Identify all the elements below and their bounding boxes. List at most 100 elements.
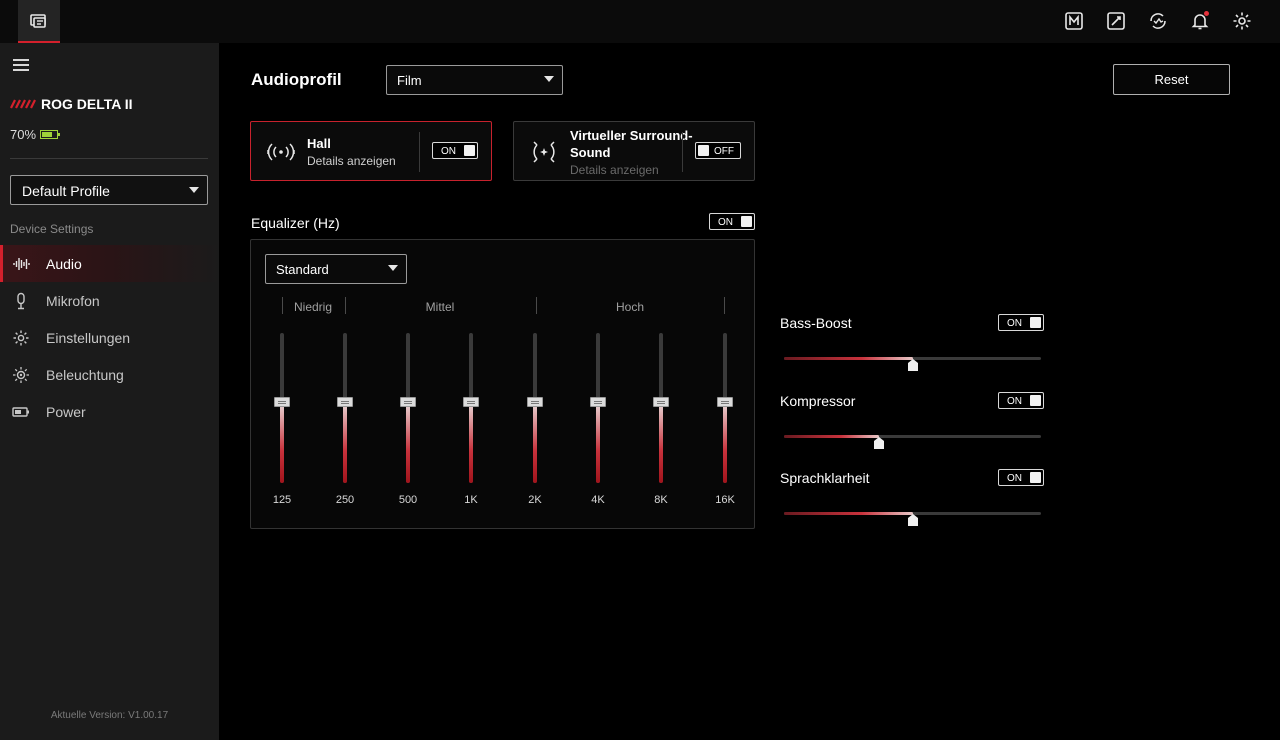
slider-handle[interactable] bbox=[717, 397, 733, 407]
toggle-knob bbox=[1030, 395, 1041, 406]
armoury-app-tab[interactable] bbox=[18, 0, 60, 43]
toggle-knob bbox=[1030, 472, 1041, 483]
toggle-knob bbox=[1030, 317, 1041, 328]
reverb-icon bbox=[267, 143, 295, 161]
chevron-down-icon bbox=[388, 265, 398, 271]
eq-frequency-label: 8K bbox=[654, 494, 668, 506]
slider-handle[interactable] bbox=[337, 397, 353, 407]
chevron-down-icon bbox=[544, 76, 554, 82]
eq-frequency-label: 1K bbox=[464, 494, 478, 506]
slider-fill bbox=[596, 402, 600, 483]
kompressor-toggle[interactable]: ON bbox=[998, 392, 1044, 409]
device-app-icon bbox=[30, 13, 46, 28]
slider-handle[interactable] bbox=[527, 397, 543, 407]
sidebar-item-label: Beleuchtung bbox=[46, 366, 124, 383]
eq-slider-250[interactable] bbox=[335, 333, 355, 483]
equalizer-toggle[interactable]: ON bbox=[709, 213, 755, 230]
card-divider bbox=[419, 132, 420, 172]
slider-fill bbox=[723, 402, 727, 483]
card-divider bbox=[682, 132, 683, 172]
sidebar-item-einstellungen[interactable]: Einstellungen bbox=[0, 319, 219, 356]
slider-fill bbox=[469, 402, 473, 483]
notification-bell-icon[interactable] bbox=[1190, 11, 1210, 31]
battery-level-icon bbox=[40, 130, 61, 139]
toggle-label: ON bbox=[718, 217, 733, 228]
equalizer-preset-value: Standard bbox=[276, 262, 329, 277]
toggle-label: ON bbox=[1007, 396, 1022, 407]
toggle-knob bbox=[464, 145, 475, 156]
slider-fill bbox=[784, 357, 913, 360]
surround-toggle[interactable]: OFF bbox=[695, 142, 741, 159]
slider-handle[interactable] bbox=[908, 359, 918, 371]
hall-details-link[interactable]: Details anzeigen bbox=[307, 154, 396, 168]
eq-slider-1k[interactable] bbox=[461, 333, 481, 483]
band-label-low: Niedrig bbox=[293, 300, 333, 314]
device-header: ROG DELTA II bbox=[10, 96, 133, 112]
device-settings-nav: Audio Mikrofon Einstellungen Beleuchtung… bbox=[0, 245, 219, 430]
eq-slider-16k[interactable] bbox=[715, 333, 735, 483]
eq-slider-8k[interactable] bbox=[651, 333, 671, 483]
slider-handle[interactable] bbox=[874, 437, 884, 449]
sidebar-item-mikrofon[interactable]: Mikrofon bbox=[0, 282, 219, 319]
menu-icon[interactable] bbox=[13, 59, 29, 71]
battery-status: 70% bbox=[10, 127, 61, 142]
surround-details-link: Details anzeigen bbox=[570, 163, 659, 177]
gear-icon bbox=[13, 330, 29, 345]
sidebar-item-power[interactable]: Power bbox=[0, 393, 219, 430]
toggle-label: ON bbox=[1007, 473, 1022, 484]
lighting-icon bbox=[13, 366, 29, 383]
section-label: Device Settings bbox=[10, 222, 94, 236]
toggle-knob bbox=[698, 145, 709, 156]
sprachklarheit-toggle[interactable]: ON bbox=[998, 469, 1044, 486]
device-profile-value: Default Profile bbox=[22, 183, 110, 199]
band-divider bbox=[282, 297, 283, 314]
audio-profile-select[interactable]: Film bbox=[386, 65, 563, 95]
sidebar-item-beleuchtung[interactable]: Beleuchtung bbox=[0, 356, 219, 393]
settings-gear-icon[interactable] bbox=[1232, 11, 1252, 31]
eq-frequency-label: 125 bbox=[272, 494, 292, 506]
slider-handle[interactable] bbox=[590, 397, 606, 407]
eq-slider-2k[interactable] bbox=[525, 333, 545, 483]
eq-slider-125[interactable] bbox=[272, 333, 292, 483]
slider-handle[interactable] bbox=[653, 397, 669, 407]
slider-handle[interactable] bbox=[274, 397, 290, 407]
surround-card[interactable]: Virtueller Surround-Sound Details anzeig… bbox=[513, 121, 755, 181]
surround-title: Virtueller Surround-Sound bbox=[570, 128, 693, 160]
page-title: Audioprofil bbox=[251, 70, 342, 89]
band-label-mid: Mittel bbox=[425, 300, 455, 314]
bass-boost-slider[interactable] bbox=[784, 357, 1041, 371]
slider-handle[interactable] bbox=[400, 397, 416, 407]
kompressor-label: Kompressor bbox=[780, 393, 856, 409]
battery-icon bbox=[12, 406, 29, 417]
slider-fill bbox=[406, 402, 410, 483]
eq-slider-4k[interactable] bbox=[588, 333, 608, 483]
sidebar-item-audio[interactable]: Audio bbox=[0, 245, 219, 282]
slider-handle[interactable] bbox=[908, 514, 918, 526]
eq-slider-500[interactable] bbox=[398, 333, 418, 483]
hall-toggle[interactable]: ON bbox=[432, 142, 478, 159]
toggle-label: ON bbox=[1007, 318, 1022, 329]
slider-handle[interactable] bbox=[463, 397, 479, 407]
hall-card[interactable]: Hall Details anzeigen ON bbox=[250, 121, 492, 181]
slider-fill bbox=[280, 402, 284, 483]
top-bar bbox=[0, 0, 1280, 43]
toggle-knob bbox=[741, 216, 752, 227]
toggle-label: OFF bbox=[714, 146, 734, 157]
equalizer-preset-select[interactable]: Standard bbox=[265, 254, 407, 284]
device-profile-select[interactable]: Default Profile bbox=[10, 175, 208, 205]
sidebar-divider bbox=[10, 158, 208, 159]
kompressor-slider[interactable] bbox=[784, 435, 1041, 449]
reset-button[interactable]: Reset bbox=[1113, 64, 1230, 95]
sprachklarheit-slider[interactable] bbox=[784, 512, 1041, 526]
macro-icon[interactable] bbox=[1064, 11, 1084, 31]
bass-boost-toggle[interactable]: ON bbox=[998, 314, 1044, 331]
bass-boost-label: Bass-Boost bbox=[780, 315, 852, 331]
sidebar-item-label: Audio bbox=[46, 255, 82, 272]
sidebar: ROG DELTA II 70% Default Profile Device … bbox=[0, 43, 219, 740]
toggle-label: ON bbox=[441, 146, 456, 157]
sidebar-item-label: Power bbox=[46, 403, 86, 420]
sync-icon[interactable] bbox=[1148, 11, 1168, 31]
edit-icon[interactable] bbox=[1106, 11, 1126, 31]
app-version: Aktuelle Version: V1.00.17 bbox=[50, 710, 169, 721]
band-label-high: Hoch bbox=[615, 300, 645, 314]
